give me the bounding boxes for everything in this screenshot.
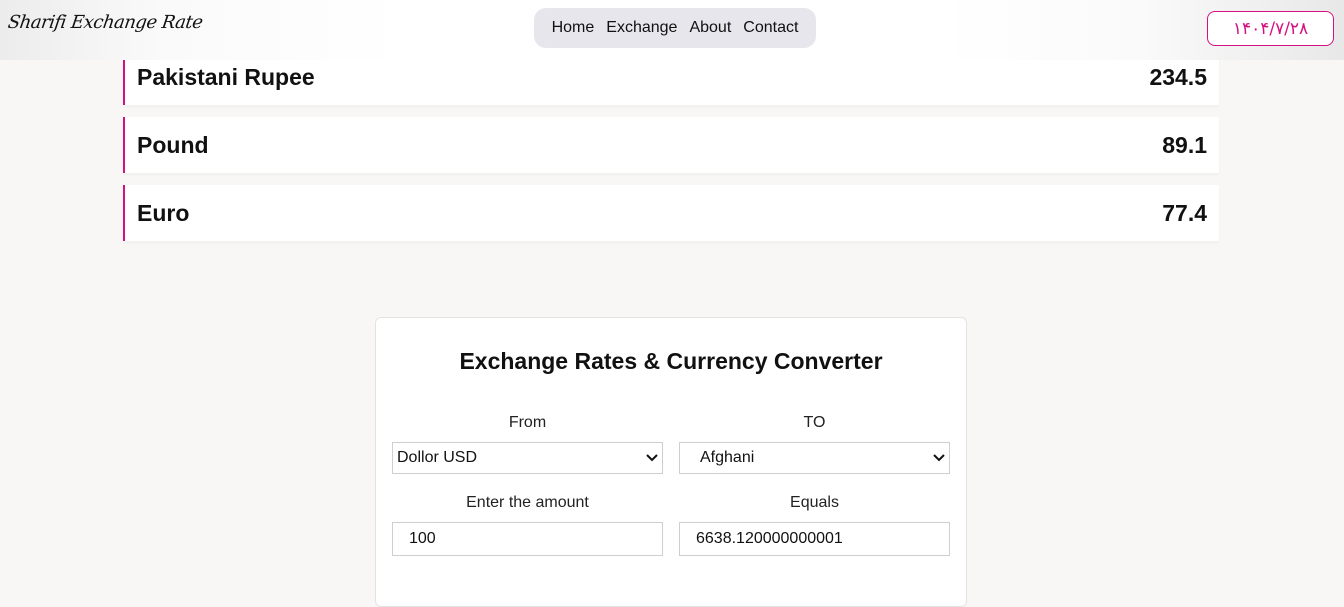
nav-home[interactable]: Home <box>552 19 595 37</box>
from-label: From <box>508 414 547 431</box>
from-currency-select[interactable]: Dollor USD <box>392 442 663 474</box>
currency-name: Euro <box>137 199 190 226</box>
amount-input[interactable]: 100 <box>392 522 663 556</box>
date-badge: ۱۴۰۴/۷/۲۸ <box>1207 11 1334 46</box>
to-currency-select[interactable]: Afghani <box>679 442 950 474</box>
nav-exchange[interactable]: Exchange <box>606 19 677 37</box>
currency-rate: 89.1 <box>1162 131 1207 158</box>
from-currency-value: Dollor USD <box>397 449 478 466</box>
nav-contact[interactable]: Contact <box>743 19 798 37</box>
site-logo[interactable]: Sharifi Exchange Rate <box>7 12 204 33</box>
site-header: Sharifi Exchange Rate Home Exchange Abou… <box>0 0 1344 60</box>
to-label: TO <box>803 414 826 431</box>
equals-output[interactable]: 6638.120000000001 <box>679 522 950 556</box>
to-currency-value: Afghani <box>700 449 755 466</box>
nav-about[interactable]: About <box>689 19 731 37</box>
currency-converter: Exchange Rates & Currency Converter From… <box>375 317 967 607</box>
currency-rate: 234.5 <box>1149 63 1207 90</box>
currency-name: Pound <box>137 131 209 158</box>
amount-label: Enter the amount <box>466 494 589 511</box>
chevron-down-icon <box>646 451 658 465</box>
converter-title: Exchange Rates & Currency Converter <box>459 348 883 374</box>
chevron-down-icon <box>933 451 945 465</box>
equals-label: Equals <box>790 494 839 511</box>
currency-rate: 77.4 <box>1162 199 1207 226</box>
rate-row: Euro 77.4 <box>123 185 1219 241</box>
currency-name: Pakistani Rupee <box>137 63 315 90</box>
main-nav: Home Exchange About Contact <box>534 8 816 48</box>
rate-row: Pound 89.1 <box>123 117 1219 173</box>
